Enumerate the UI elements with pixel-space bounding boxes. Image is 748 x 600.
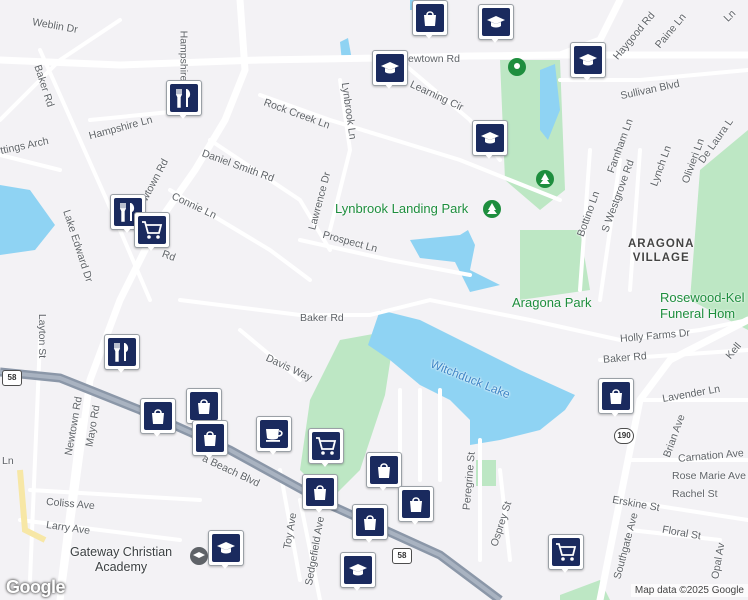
- shopping-bag-icon: [310, 482, 330, 502]
- highway-shield-sr190: 190: [614, 428, 634, 444]
- pin-cart-2[interactable]: [308, 428, 346, 468]
- shopping-bag-icon: [606, 386, 626, 406]
- gateway-line-2: Academy: [95, 560, 148, 574]
- rosewood-line-2: Funeral Hom: [660, 306, 736, 321]
- pin-cart-1[interactable]: [134, 212, 172, 252]
- pond-lynbrook: [410, 230, 500, 292]
- street-label-layton: Layton St: [36, 313, 49, 359]
- pin-shop-8[interactable]: [352, 504, 390, 544]
- pin-school-2[interactable]: [372, 50, 410, 90]
- shopping-bag-icon: [148, 406, 168, 426]
- aragona-village-line-1: ARAGONA: [628, 238, 695, 250]
- pin-shop-9[interactable]: [598, 378, 636, 418]
- pin-school-6[interactable]: [340, 552, 378, 592]
- place-label-lynbrook-park[interactable]: Lynbrook Landing Park: [335, 201, 468, 216]
- pond-west: [0, 185, 55, 255]
- school-place-icon: [190, 547, 208, 565]
- shopping-cart-icon: [554, 541, 578, 563]
- highway-shield-us58-west: 58: [2, 370, 22, 386]
- pin-food-3[interactable]: [104, 334, 142, 374]
- shopping-bag-icon: [200, 428, 220, 448]
- pin-food-1[interactable]: [166, 80, 204, 120]
- graduation-cap-icon: [577, 50, 599, 70]
- place-label-aragona-park[interactable]: Aragona Park: [512, 295, 592, 310]
- graduation-cap-icon: [379, 58, 401, 78]
- pin-school-1[interactable]: [478, 4, 516, 44]
- shopping-bag-icon: [420, 8, 440, 28]
- pin-shop-6[interactable]: [302, 474, 340, 514]
- aragona-village-line-2: VILLAGE: [632, 252, 690, 264]
- graduation-cap-icon: [485, 12, 507, 32]
- shopping-bag-icon: [360, 512, 380, 532]
- place-marker-icon: [508, 58, 526, 76]
- fork-knife-icon: [112, 341, 132, 363]
- map-attribution[interactable]: Map data ©2025 Google: [630, 584, 748, 597]
- park-icon-2: [536, 170, 554, 188]
- street-label-ln-frag: Ln: [2, 455, 14, 467]
- place-label-rosewood[interactable]: Rosewood-Kel Funeral Hom: [660, 290, 745, 322]
- street-label-hampshire-top: Hampshire: [177, 30, 190, 82]
- place-label-gateway[interactable]: Gateway Christian Academy: [70, 545, 172, 575]
- shopping-bag-icon: [406, 494, 426, 514]
- gateway-line-1: Gateway Christian: [70, 545, 173, 559]
- place-label-aragona-village: ARAGONA VILLAGE: [628, 237, 694, 265]
- shopping-cart-icon: [140, 219, 164, 241]
- fork-knife-icon: [174, 87, 194, 109]
- graduation-cap-icon: [215, 538, 237, 558]
- graduation-cap-icon: [347, 560, 369, 580]
- street-label-rachel: Rachel St: [672, 488, 718, 500]
- coffee-cup-icon: [263, 424, 285, 444]
- pin-coffee-1[interactable]: [256, 416, 294, 456]
- street-label-baker-rd-mid: Baker Rd: [300, 312, 344, 324]
- pin-school-4[interactable]: [472, 120, 510, 160]
- map-canvas[interactable]: Weblin Dr Baker Rd Hampshire Hampshire L…: [0, 0, 748, 600]
- pin-school-5[interactable]: [208, 530, 246, 570]
- shopping-bag-icon: [374, 460, 394, 480]
- rosewood-line-1: Rosewood-Kel: [660, 290, 745, 305]
- pin-cart-3[interactable]: [548, 534, 586, 574]
- graduation-cap-icon: [479, 128, 501, 148]
- pin-school-3[interactable]: [570, 42, 608, 82]
- shopping-bag-icon: [194, 396, 214, 416]
- highway-shield-us58-east: 58: [392, 548, 412, 564]
- pin-shop-2[interactable]: [140, 398, 178, 438]
- street-label-rose-marie: Rose Marie Ave: [672, 470, 746, 482]
- shopping-cart-icon: [314, 435, 338, 457]
- pin-shop-7[interactable]: [398, 486, 436, 526]
- google-logo[interactable]: Google: [6, 577, 66, 598]
- pin-shop-4[interactable]: [192, 420, 230, 460]
- park-icon: [483, 200, 501, 218]
- pin-shop-1[interactable]: [412, 0, 450, 40]
- street-label-newtown-rd-top: ewtown Rd: [408, 53, 460, 65]
